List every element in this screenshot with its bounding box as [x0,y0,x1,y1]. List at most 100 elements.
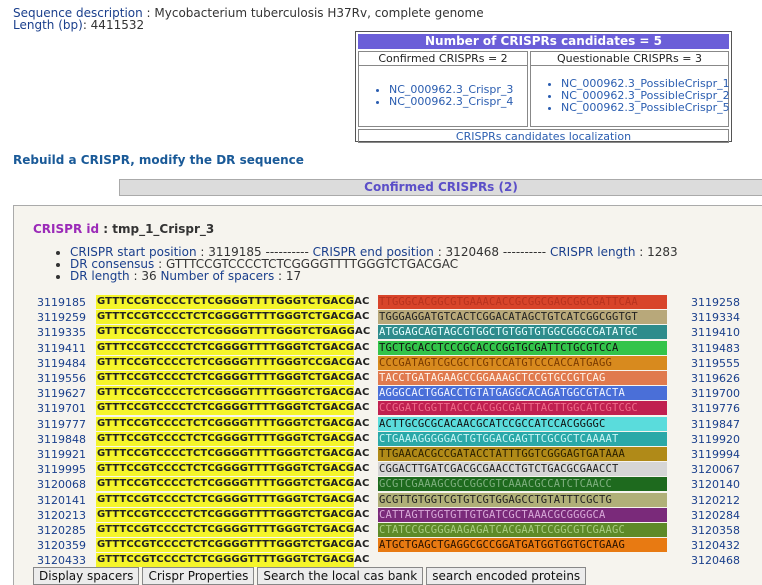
confirmed-header: Confirmed CRISPRs = 2 [359,52,527,66]
row-end-position: 3119483 [691,341,740,355]
display-spacers-button[interactable]: Display spacers [33,567,140,585]
row-start-position: 3119411 [37,341,86,355]
confirmed-list: NC_000962.3_Crispr_3NC_000962.3_Crispr_4 [359,84,513,108]
spacer-sequence: CCGGATCGGTTACCCACGGCGATTTACTTGGCATCGTCGC [378,401,667,416]
row-end-position: 3119920 [691,432,740,446]
search-encoded-proteins-button[interactable]: search encoded proteins [426,567,587,585]
direct-repeat: GTTTCCGTCCCCTCTCGGGGTTTTGGGTCTGACGAC [96,507,370,522]
crispr-id: CRISPR id : tmp_1_Crispr_3 [33,222,215,236]
separator: ---------- [502,245,547,259]
confirmed-crisprs-bar[interactable]: Confirmed CRISPRs (2) [119,179,762,196]
spacer-sequence: AGGGCACTGGACCTGTATGAGGCACAGATGGCGTACTA [378,386,667,401]
direct-repeat: GTTTCCGTCCCCTCTCGGGGTTTTGGGTCTGACGAC [96,431,370,446]
crispr-info: CRISPR start position : 3119185 --------… [52,246,678,282]
spacer-sequence: TGGGAGGATGTCACTCGGACATAGCTGTCATCGGCGGTGT [378,310,667,325]
seq-desc-value: Mycobacterium tuberculosis H37Rv, comple… [154,6,484,20]
row-start-position: 3119259 [37,311,86,325]
spacer-sequence: ACTTGCGCGCACAACGCATCCGCCATCCACGGGGC [378,416,667,431]
row-end-position: 3119555 [691,356,740,370]
length-label: Length (bp) [13,18,83,32]
row-start-position: 3120285 [37,524,86,537]
row-end-position: 3119334 [691,311,740,325]
crispr-properties-button[interactable]: Crispr Properties [142,567,255,585]
row-end-position: 3120358 [691,524,740,537]
row-end-position: 3119626 [691,372,740,385]
questionable-crispr-link[interactable]: NC_000962.3_PossibleCrispr_5 [561,102,730,114]
row-start-position: 3119848 [37,432,86,446]
rebuild-crispr-link[interactable]: Rebuild a CRISPR, modify the DR sequence [13,153,304,167]
sequence-row: 3119335 GTTTCCGTCCCCTCTCGGGGTTTTGGGTCTGAG… [14,325,762,340]
direct-repeat: GTTTCCGTCCCCTCTCGGGGTTTTGGGTCTGAGGAC [96,325,371,340]
spacer-sequence: GCGTCGAAAGCGCCGGCGTCAAACGCCATCTCAACC [378,477,667,492]
questionable-column: Questionable CRISPRs = 3 NC_000962.3_Pos… [530,51,730,127]
row-end-position: 3120284 [691,508,740,522]
sequence-row: 3119701 GTTTCCGTCCCCTCTCGGGGTTTTGGGTCTGAC… [14,401,762,416]
sequence-row: 3119556 GTTTCCGTCCCCTCTCGGGGTTTTGGGTCTGAC… [14,371,762,386]
row-start-position: 3120068 [37,478,86,492]
row-end-position: 3119847 [691,417,740,431]
spacer-sequence: CTATCCGCGGGAAGAGATCACGAATCCGGCGTCGAAGC [378,523,667,537]
dr-length-value: 36 [141,269,157,283]
crispr-id-value: tmp_1_Crispr_3 [112,222,215,236]
localization-link[interactable]: CRISPRs candidates localization [358,129,729,143]
row-end-position: 3119410 [691,326,740,340]
row-end-position: 3119994 [691,448,740,461]
row-end-position: 3119700 [691,387,740,401]
row-start-position: 3119335 [37,326,86,340]
spacer-sequence: TTGAACACGCCGATACCTATTTGGTCGGGAGTGATAAA [378,447,667,461]
dr-length: DR length : 36 Number of spacers : 17 [70,270,678,282]
direct-repeat: GTTTCCGTCCCCTCTCGGGGTTTTGGGTCTGACGAC [96,492,370,507]
direct-repeat: GTTTCCGTCCCCTCTCGGGGTTTTGGGTCTGACGAC [96,310,370,325]
spacers-count-value: 17 [285,269,302,283]
row-end-position: 3119776 [691,402,740,416]
row-start-position: 3119484 [37,356,86,370]
direct-repeat: GTTTCCGTCCCCTCTCGGGGTTTTGGGTCTGACGAC [96,401,370,416]
row-start-position: 3119777 [37,417,86,431]
row-start-position: 3119921 [37,448,86,461]
sequence-length: Length (bp): 4411532 [13,18,145,32]
questionable-list: NC_000962.3_PossibleCrispr_1NC_000962.3_… [531,78,730,114]
row-start-position: 3119627 [37,387,86,401]
spacer-sequence: CTGAAAGGGGGACTGTGGACGAGTTCGCGCTCAAAAT [378,431,667,446]
sequence-row: 3119411 GTTTCCGTCCCCTCTCGGGGTTTTGGGTCTGAC… [14,340,762,356]
spacers-count-label: Number of spacers [160,269,275,283]
crispr-id-label: CRISPR id [33,222,100,236]
search-cas-bank-button[interactable]: Search the local cas bank [257,567,424,585]
length-value: 4411532 [90,18,145,32]
sequence-row: 3119995 GTTTCCGTCCCCTCTCGGGGTTTTGGGTCTGAC… [14,462,762,477]
sequence-row: 3120068 GTTTCCGTCCCCTCTCGGGGTTTTGGGTCTGAC… [14,477,762,492]
length-value: 1283 [647,245,678,259]
spacer-sequence: CCCGATAGTCGCGCTCGTCCATGTCCCACCATGAGG [378,355,667,370]
spacer-sequence: TACCTGATAGAAGCCGGAAAGCTCCGTGCCGTCAG [378,371,667,385]
sequence-row: 3120359 GTTTCCGTCCCCTCTCGGGGTTTTGGGTCTGAC… [14,538,762,553]
row-start-position: 3120359 [37,539,86,553]
direct-repeat: GTTTCCGTCCCCTCTCGGGGTTTTGGGTCTGACGAC [96,447,370,461]
row-start-position: 3119185 [37,296,86,309]
row-end-position: 3119258 [691,296,740,309]
sequence-row: 3120141 GTTTCCGTCCCCTCTCGGGGTTTTGGGTCTGAC… [14,492,762,508]
row-start-position: 3119556 [37,372,86,385]
length-label: CRISPR length [549,245,636,259]
row-start-position: 3120213 [37,508,86,522]
row-end-position: 3120212 [691,493,740,507]
direct-repeat: GTTTCCGTCCCCTCTCGGGGTTTTGGGTCTGACGAC [96,477,370,492]
row-end-position: 3120432 [691,539,740,553]
row-start-position: 3119995 [37,463,86,477]
dr-length-label: DR length [70,269,130,283]
sequence-row: 3119185 GTTTCCGTCCCCTCTCGGGGTTTTGGGTCTGAC… [14,295,762,310]
direct-repeat: GTTTCCGTCCCCTCTCGGGGTTTTGGGTCTGACGAC [96,523,370,537]
row-start-position: 3120141 [37,493,86,507]
direct-repeat: GTTTCCGTCCCCTCTCGGGGTTTTGGGTCTGACGAC [96,386,370,401]
sequence-row: 3119777 GTTTCCGTCCCCTCTCGGGGTTTTGGGTCTGAC… [14,416,762,432]
sequence-row: 3119484 GTTTCCGTCCCCTCTCGGGGTTTTGGGTCCGAC… [14,355,762,371]
row-end-position: 3120067 [691,463,740,477]
spacer-sequence: GCGTTGTGGTCGTGTCGTGGAGCCTGTATTTCGCTG [378,492,667,507]
crispr-panel: CRISPR id : tmp_1_Crispr_3 CRISPR start … [13,205,762,585]
row-start-position: 3120433 [37,554,86,568]
confirmed-crispr-link[interactable]: NC_000962.3_Crispr_4 [389,96,513,108]
direct-repeat: GTTTCCGTCCCCTCTCGGGGTTTTGGGTCTGACGAC [96,340,370,355]
spacer-sequence: CATTAGTTGGTGTTGTGATCGCTAAACGCGGGGCA [378,507,667,522]
direct-repeat: GTTTCCGTCCCCTCTCGGGGTTTTGGGTCTGACGAC [96,462,370,477]
spacer-sequence: TGCTGCACCTCCCGCACCCGGTGCGATTCTGCGTCCA [378,340,667,355]
row-end-position: 3120140 [691,478,740,492]
